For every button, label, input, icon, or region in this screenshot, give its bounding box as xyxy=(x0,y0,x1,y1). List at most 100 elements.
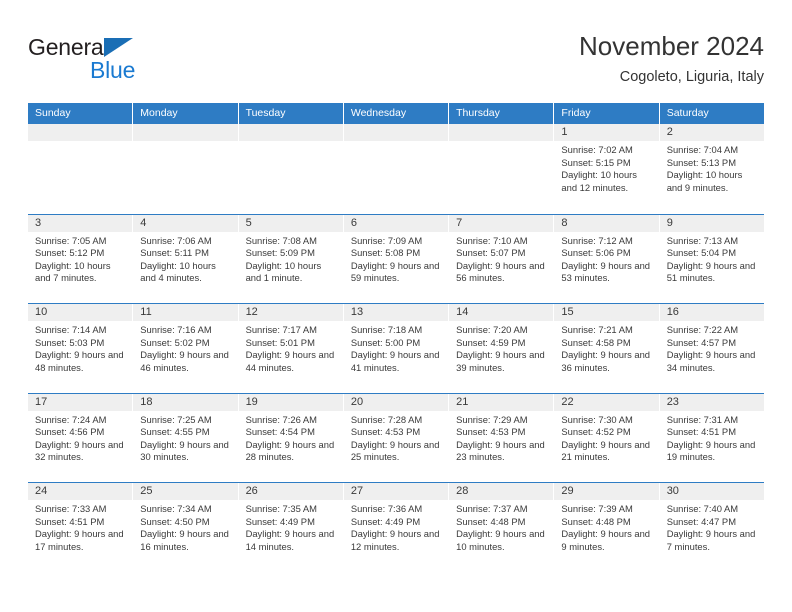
day-sun-info: Sunrise: 7:02 AM Sunset: 5:15 PM Daylight:… xyxy=(554,141,658,194)
calendar-week-row: 10 Sunrise: 7:14 AM Sunset: 5:03 PM Dayligh… xyxy=(28,303,764,393)
day-number xyxy=(343,124,449,141)
day-number: 13 xyxy=(343,304,449,321)
calendar-day-cell-empty xyxy=(28,124,134,214)
sunset-text: Sunset: 5:06 PM xyxy=(561,247,631,259)
day-sun-info: Sunrise: 7:17 AM Sunset: 5:01 PM Daylight:… xyxy=(239,321,343,374)
calendar-day-cell[interactable]: 1 Sunrise: 7:02 AM Sunset: 5:15 PM Daylight… xyxy=(554,124,660,214)
sunrise-text: Sunrise: 7:20 AM xyxy=(456,324,528,335)
sunset-text: Sunset: 4:53 PM xyxy=(456,426,526,438)
day-number: 11 xyxy=(133,304,238,321)
page-header: General Blue November 2024 Cogoleto, Lig… xyxy=(28,30,764,98)
sunrise-text: Sunrise: 7:08 AM xyxy=(245,234,317,246)
logo-word-blue: Blue xyxy=(90,57,136,83)
calendar-day-cell[interactable]: 14 Sunrise: 7:20 AM Sunset: 4:59 PM Dayligh… xyxy=(449,304,555,393)
calendar-day-cell[interactable]: 10 Sunrise: 7:14 AM Sunset: 5:03 PM Dayligh… xyxy=(28,304,134,393)
sunrise-text: Sunrise: 7:16 AM xyxy=(140,324,212,335)
calendar-day-cell[interactable]: 27 Sunrise: 7:36 AM Sunset: 4:49 PM Dayligh… xyxy=(343,483,450,572)
daylight-text: Daylight: 9 hours and 59 minutes. xyxy=(350,259,440,284)
calendar-day-cell-empty xyxy=(238,124,344,214)
day-sun-info: Sunrise: 7:28 AM Sunset: 4:53 PM Daylight:… xyxy=(344,411,448,464)
sunset-text: Sunset: 4:47 PM xyxy=(666,515,736,527)
day-number: 23 xyxy=(659,393,764,411)
daylight-text: Daylight: 9 hours and 39 minutes. xyxy=(456,349,545,373)
sunset-text: Sunset: 4:53 PM xyxy=(350,426,421,438)
daylight-text: Daylight: 9 hours and 34 minutes. xyxy=(666,349,756,373)
day-number: 19 xyxy=(238,393,343,411)
day-number: 2 xyxy=(659,124,764,141)
daylight-text: Daylight: 9 hours and 25 minutes. xyxy=(350,438,440,463)
day-sun-info: Sunrise: 7:04 AM Sunset: 5:13 PM Daylight:… xyxy=(660,141,764,194)
day-sun-info: Sunrise: 7:35 AM Sunset: 4:49 PM Daylight:… xyxy=(239,500,343,553)
daylight-text: Daylight: 10 hours and 12 minutes. xyxy=(561,169,637,193)
calendar-day-cell[interactable]: 26 Sunrise: 7:35 AM Sunset: 4:49 PM Dayligh… xyxy=(238,483,344,572)
sunset-text: Sunset: 4:48 PM xyxy=(561,515,631,527)
day-number: 14 xyxy=(449,304,554,321)
day-number: 8 xyxy=(554,214,659,232)
sunset-text: Sunset: 5:08 PM xyxy=(350,247,421,259)
sunrise-text: Sunrise: 7:21 AM xyxy=(561,324,633,335)
calendar-day-cell[interactable]: 28 Sunrise: 7:37 AM Sunset: 4:48 PM Dayligh… xyxy=(449,483,555,572)
calendar-day-cell-empty xyxy=(343,124,450,214)
sunrise-text: Sunrise: 7:17 AM xyxy=(245,324,317,335)
calendar-day-cell[interactable]: 19 Sunrise: 7:26 AM Sunset: 4:54 PM Dayligh… xyxy=(238,393,344,482)
day-sun-info: Sunrise: 7:12 AM Sunset: 5:06 PM Daylight:… xyxy=(554,232,658,285)
day-sun-info: Sunrise: 7:14 AM Sunset: 5:03 PM Daylight:… xyxy=(28,321,132,374)
calendar-day-cell[interactable]: 2 Sunrise: 7:04 AM Sunset: 5:13 PM Daylight… xyxy=(659,124,764,214)
calendar-day-cell[interactable]: 9 Sunrise: 7:13 AM Sunset: 5:04 PM Daylight… xyxy=(659,214,764,303)
day-sun-info: Sunrise: 7:30 AM Sunset: 4:52 PM Daylight:… xyxy=(554,411,658,464)
sunrise-text: Sunrise: 7:12 AM xyxy=(561,234,633,246)
calendar-day-cell-empty xyxy=(133,124,239,214)
day-number: 1 xyxy=(554,124,659,141)
calendar-day-cell[interactable]: 22 Sunrise: 7:30 AM Sunset: 4:52 PM Dayligh… xyxy=(554,393,660,482)
sunrise-text: Sunrise: 7:31 AM xyxy=(666,413,739,425)
sunrise-text: Sunrise: 7:28 AM xyxy=(350,413,423,425)
calendar-day-cell[interactable]: 3 Sunrise: 7:05 AM Sunset: 5:12 PM Daylight… xyxy=(28,214,134,303)
day-number: 9 xyxy=(659,214,764,232)
day-sun-info: Sunrise: 7:36 AM Sunset: 4:49 PM Daylight:… xyxy=(344,500,448,553)
sunset-text: Sunset: 4:48 PM xyxy=(456,515,526,527)
calendar-day-cell[interactable]: 11 Sunrise: 7:16 AM Sunset: 5:02 PM Dayligh… xyxy=(133,304,239,393)
sunset-text: Sunset: 4:56 PM xyxy=(35,426,105,438)
calendar-day-cell[interactable]: 18 Sunrise: 7:25 AM Sunset: 4:55 PM Dayligh… xyxy=(133,393,239,482)
sunset-text: Sunset: 4:51 PM xyxy=(35,515,105,527)
weekday-header-row: Sunday Monday Tuesday Wednesday Thursday Frid… xyxy=(28,103,764,124)
sunset-text: Sunset: 5:03 PM xyxy=(35,336,105,348)
sunset-text: Sunset: 5:15 PM xyxy=(561,156,631,168)
day-sun-info: Sunrise: 7:40 AM Sunset: 4:47 PM Daylight:… xyxy=(660,500,764,553)
daylight-text: Daylight: 9 hours and 19 minutes. xyxy=(666,438,756,463)
sunrise-text: Sunrise: 7:24 AM xyxy=(35,413,107,425)
daylight-text: Daylight: 9 hours and 56 minutes. xyxy=(456,259,545,284)
sunrise-text: Sunrise: 7:10 AM xyxy=(456,234,528,246)
calendar-week-row: 3 Sunrise: 7:05 AM Sunset: 5:12 PM Daylight… xyxy=(28,213,764,303)
calendar-weeks: 1 Sunrise: 7:02 AM Sunset: 5:15 PM Daylight… xyxy=(28,124,764,572)
calendar-day-cell[interactable]: 16 Sunrise: 7:22 AM Sunset: 4:57 PM Dayligh… xyxy=(659,304,764,393)
day-sun-info: Sunrise: 7:26 AM Sunset: 4:54 PM Daylight:… xyxy=(239,411,343,464)
day-sun-info: Sunrise: 7:20 AM Sunset: 4:59 PM Daylight:… xyxy=(449,321,553,374)
calendar-day-cell[interactable]: 30 Sunrise: 7:40 AM Sunset: 4:47 PM Dayligh… xyxy=(659,483,764,572)
calendar-day-cell[interactable]: 21 Sunrise: 7:29 AM Sunset: 4:53 PM Dayligh… xyxy=(449,393,555,482)
calendar-day-cell[interactable]: 12 Sunrise: 7:17 AM Sunset: 5:01 PM Dayligh… xyxy=(238,304,344,393)
calendar-day-cell[interactable]: 8 Sunrise: 7:12 AM Sunset: 5:06 PM Daylight… xyxy=(554,214,660,303)
calendar-day-cell[interactable]: 23 Sunrise: 7:31 AM Sunset: 4:51 PM Dayligh… xyxy=(659,393,764,482)
calendar-day-cell[interactable]: 13 Sunrise: 7:18 AM Sunset: 5:00 PM Dayligh… xyxy=(343,304,450,393)
calendar-day-cell[interactable]: 6 Sunrise: 7:09 AM Sunset: 5:08 PM Daylight… xyxy=(343,214,450,303)
day-number: 12 xyxy=(238,304,343,321)
calendar-day-cell[interactable]: 24 Sunrise: 7:33 AM Sunset: 4:51 PM Dayligh… xyxy=(28,483,134,572)
daylight-text: Daylight: 9 hours and 7 minutes. xyxy=(666,528,756,552)
page-title: November 2024 xyxy=(579,31,764,61)
weekday-header-tuesday: Tuesday xyxy=(238,103,344,124)
calendar-day-cell[interactable]: 17 Sunrise: 7:24 AM Sunset: 4:56 PM Dayligh… xyxy=(28,393,134,482)
calendar-day-cell[interactable]: 4 Sunrise: 7:06 AM Sunset: 5:11 PM Daylight… xyxy=(133,214,239,303)
calendar-day-cell[interactable]: 29 Sunrise: 7:39 AM Sunset: 4:48 PM Dayligh… xyxy=(554,483,660,572)
calendar-day-cell[interactable]: 15 Sunrise: 7:21 AM Sunset: 4:58 PM Dayligh… xyxy=(554,304,660,393)
day-sun-info: Sunrise: 7:18 AM Sunset: 5:00 PM Daylight:… xyxy=(344,321,448,374)
general-blue-logo: General Blue xyxy=(28,34,228,90)
sunrise-text: Sunrise: 7:35 AM xyxy=(245,503,317,514)
daylight-text: Daylight: 9 hours and 23 minutes. xyxy=(456,438,545,463)
calendar-day-cell[interactable]: 5 Sunrise: 7:08 AM Sunset: 5:09 PM Daylight… xyxy=(238,214,344,303)
calendar-day-cell[interactable]: 20 Sunrise: 7:28 AM Sunset: 4:53 PM Dayligh… xyxy=(343,393,450,482)
calendar-page: General Blue November 2024 Cogoleto, Lig… xyxy=(0,0,792,612)
calendar-day-cell[interactable]: 7 Sunrise: 7:10 AM Sunset: 5:07 PM Daylight… xyxy=(449,214,555,303)
calendar-day-cell[interactable]: 25 Sunrise: 7:34 AM Sunset: 4:50 PM Dayligh… xyxy=(133,483,239,572)
sunrise-text: Sunrise: 7:34 AM xyxy=(140,503,212,514)
